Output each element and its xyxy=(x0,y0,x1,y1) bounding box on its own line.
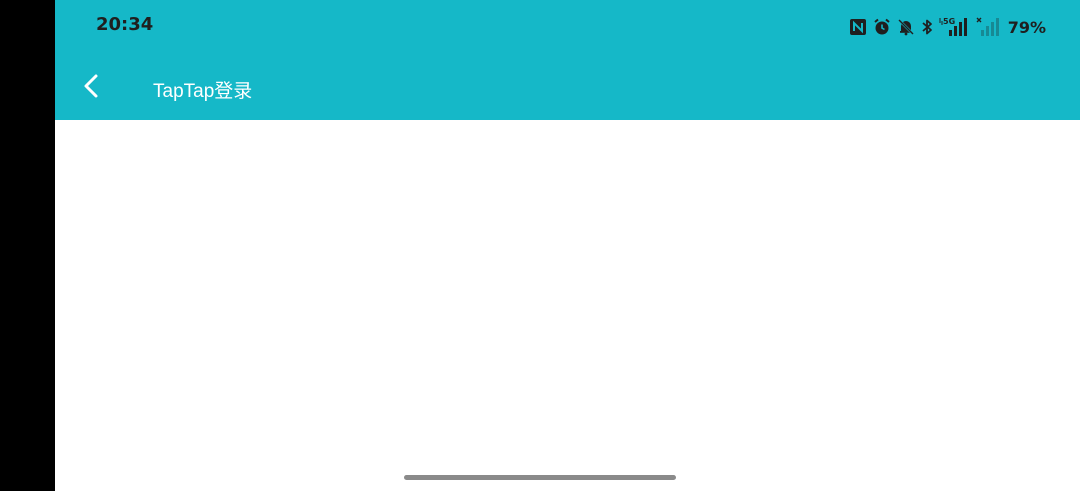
status-time: 20:34 xyxy=(96,14,154,35)
alarm-icon xyxy=(873,18,891,36)
bluetooth-icon xyxy=(921,18,933,36)
content-area xyxy=(55,120,1080,491)
chevron-left-icon xyxy=(84,74,98,98)
mute-icon xyxy=(897,18,915,36)
signal-nosim-icon xyxy=(975,16,999,38)
back-button[interactable] xyxy=(77,68,105,104)
nfc-icon xyxy=(849,18,867,36)
screen: 20:34 5G 79% TapTap登录 xyxy=(0,0,1080,491)
app-area: 20:34 5G 79% TapTap登录 xyxy=(55,0,1080,491)
page-title: TapTap登录 xyxy=(153,81,253,102)
home-indicator[interactable] xyxy=(404,475,676,480)
top-app-bar: 20:34 5G 79% TapTap登录 xyxy=(55,0,1080,120)
left-black-bar xyxy=(0,0,55,491)
signal-5g-icon: 5G xyxy=(939,16,969,38)
network-label: 5G xyxy=(943,17,955,26)
battery-percent: 79% xyxy=(1007,17,1046,37)
status-icons: 5G 79% xyxy=(849,16,1046,38)
